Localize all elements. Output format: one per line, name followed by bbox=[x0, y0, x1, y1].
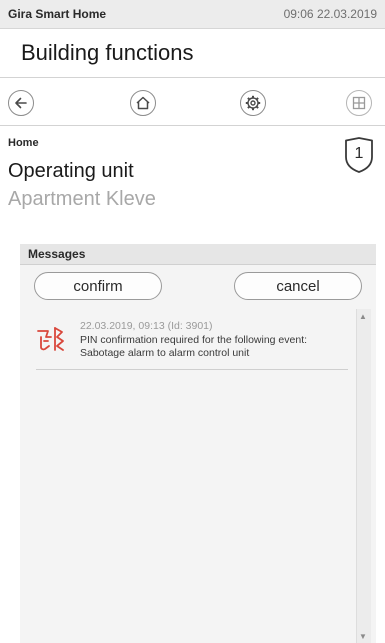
scrollbar[interactable] bbox=[356, 309, 371, 643]
unit-subtitle: Apartment Kleve bbox=[8, 188, 156, 210]
breadcrumb[interactable]: Home bbox=[8, 137, 39, 149]
app-name: Gira Smart Home bbox=[8, 7, 107, 21]
grid-button[interactable] bbox=[346, 90, 372, 116]
settings-button[interactable] bbox=[240, 90, 266, 116]
unit-title: Operating unit bbox=[8, 160, 134, 182]
page-title: Building functions bbox=[21, 40, 194, 65]
back-button[interactable] bbox=[8, 90, 34, 116]
confirm-button[interactable]: confirm bbox=[34, 272, 162, 300]
list-item-text: PIN confirmation required for the follow… bbox=[80, 334, 308, 359]
messages-section-label: Messages bbox=[28, 247, 86, 261]
scroll-up-arrow[interactable]: ▲ bbox=[356, 312, 370, 321]
settings-icon bbox=[245, 95, 261, 111]
home-button[interactable] bbox=[130, 90, 156, 116]
shield-number: 1 bbox=[354, 145, 364, 162]
cancel-button[interactable]: cancel bbox=[234, 272, 362, 300]
status-datetime: 09:06 22.03.2019 bbox=[283, 7, 377, 21]
list-item-meta: 22.03.2019, 09:13 (Id: 3901) bbox=[80, 320, 213, 332]
grid-icon bbox=[352, 96, 366, 110]
toolbar-divider bbox=[0, 125, 385, 126]
back-icon bbox=[15, 97, 27, 109]
shield-badge: 1 bbox=[343, 136, 375, 174]
header-divider bbox=[0, 77, 385, 78]
scroll-down-arrow[interactable]: ▼ bbox=[356, 632, 370, 641]
list-item-divider bbox=[36, 369, 348, 370]
sabotage-alarm-icon bbox=[37, 327, 64, 351]
home-icon bbox=[136, 96, 150, 110]
list-item-icon bbox=[36, 325, 70, 353]
